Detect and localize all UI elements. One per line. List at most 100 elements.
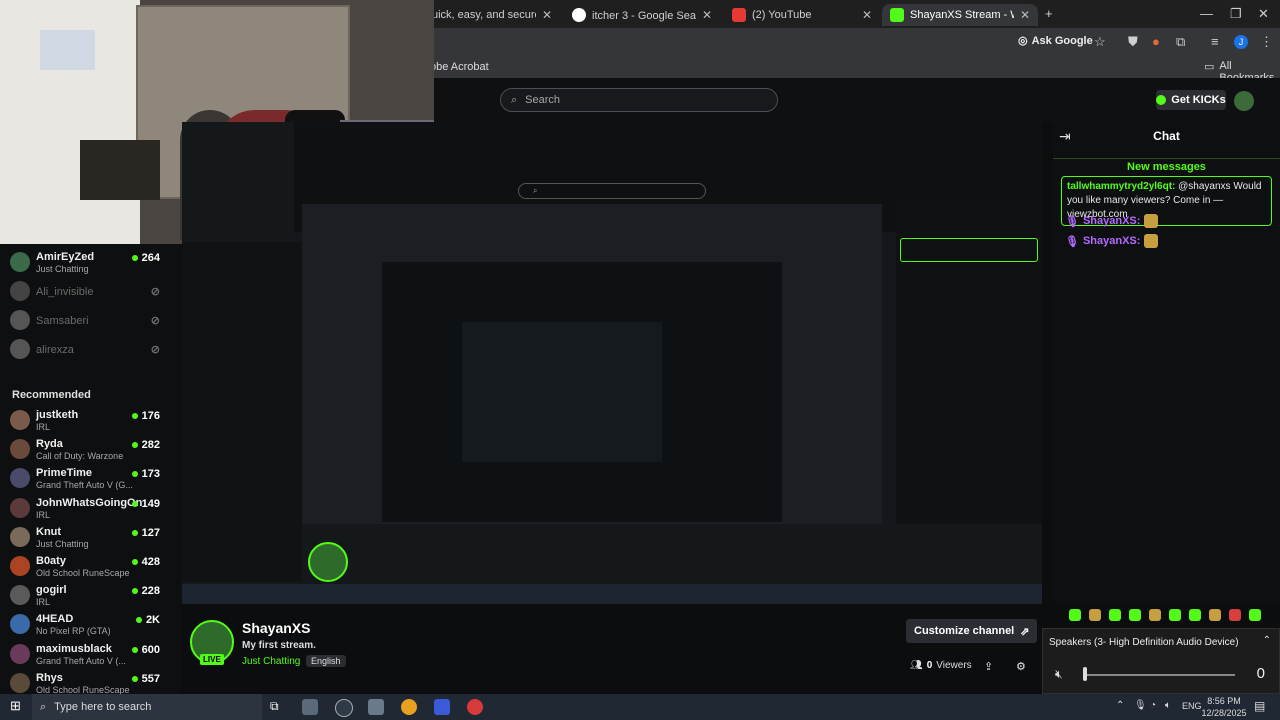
chrome-icon[interactable] (401, 699, 417, 715)
ask-google-button[interactable]: ◎ Ask Google (1018, 34, 1093, 48)
chat-username[interactable]: ShayanXS: (1083, 235, 1140, 247)
live-dot-icon (131, 500, 138, 507)
get-kicks-button[interactable]: Get KICKs (1156, 90, 1226, 110)
task-view-icon[interactable]: ⧉ (270, 699, 286, 715)
live-dot-icon (131, 442, 138, 449)
avatar (10, 468, 30, 489)
close-icon[interactable]: ✕ (542, 8, 552, 22)
language-tag[interactable]: English (306, 655, 346, 667)
recommended-channel[interactable]: B0aty Old School RuneScape 428 (10, 554, 160, 582)
search-placeholder: Search (525, 94, 561, 106)
volume-slider-thumb[interactable] (1083, 667, 1087, 681)
tab-search-icon[interactable]: ≡ (1211, 34, 1219, 49)
tab-google-search[interactable]: itcher 3 - Google Search دانلود ✕ (564, 4, 720, 26)
recommended-channel[interactable]: 4HEAD No Pixel RP (GTA) 2K (10, 612, 160, 640)
mute-icon[interactable]: 🔇︎ (1055, 667, 1063, 682)
search-input[interactable]: ⌕ Search (500, 88, 778, 112)
emote-icon[interactable] (1209, 609, 1221, 621)
profile-avatar[interactable]: J (1234, 35, 1248, 49)
chat-username[interactable]: ShayanXS: (1083, 215, 1140, 227)
recommended-channel[interactable]: JohnWhatsGoingOn IRL 149 (10, 496, 160, 524)
live-dot-icon (131, 471, 138, 478)
recommended-channel[interactable]: Ryda Call of Duty: Warzone 282 (10, 437, 160, 465)
new-messages-divider: New messages (1053, 158, 1280, 173)
volume-level: 0 (1256, 665, 1265, 682)
file-explorer-icon[interactable] (368, 699, 384, 715)
emote-icon[interactable] (1129, 609, 1141, 621)
taskbar-search[interactable]: ⌕ Type here to search (32, 694, 262, 720)
star-icon[interactable]: ☆ (1094, 34, 1106, 50)
search-icon: ⌕ (511, 93, 518, 106)
network-icon[interactable]: ◔ (1150, 700, 1156, 711)
close-icon[interactable]: ✕ (702, 8, 712, 22)
microphone-icon[interactable]: 🎙︎ (1134, 700, 1147, 711)
channel-category: Grand Theft Auto V (G... (36, 480, 133, 491)
offline-icon: ⊘ (150, 286, 160, 298)
emote-icon[interactable] (1109, 609, 1121, 621)
minimize-icon[interactable]: — (1200, 6, 1213, 21)
tab-youtube[interactable]: (2) YouTube ✕ (724, 4, 880, 26)
recommended-channel[interactable]: Knut Just Chatting 127 (10, 525, 160, 553)
audio-device-name[interactable]: Speakers (3- High Definition Audio Devic… (1049, 637, 1239, 648)
chat-username[interactable]: tallwhammytryd2yl6qt: (1067, 181, 1175, 192)
recommended-channel[interactable]: maximusblack Grand Theft Auto V (... 600 (10, 642, 160, 670)
clock[interactable]: 8:56 PM 12/28/2025 (1200, 695, 1248, 719)
channel-category: No Pixel RP (GTA) (36, 626, 111, 637)
user-avatar[interactable] (1234, 91, 1254, 111)
menu-icon[interactable]: ⋮ (1260, 34, 1273, 50)
emote-icon[interactable] (1149, 609, 1161, 621)
sidebar-channel[interactable]: Samsaberi ⊘ (10, 308, 160, 336)
bookmark-acrobat[interactable]: obe Acrobat (430, 61, 489, 73)
camera-app-icon[interactable] (302, 699, 318, 715)
volume-slider-track[interactable] (1085, 674, 1235, 676)
sidebar-channel[interactable]: Ali_invisible ⊘ (10, 279, 160, 307)
close-icon[interactable]: ✕ (862, 8, 872, 22)
obs-icon[interactable] (467, 699, 483, 715)
tab-login[interactable]: uick, easy, and secure login w ✕ (424, 4, 560, 26)
emote-icon[interactable] (1089, 609, 1101, 621)
nested-search: ⌕ (518, 183, 706, 199)
emote-icon[interactable] (1249, 609, 1261, 621)
viewer-number: 557 (141, 672, 160, 685)
channel-category: IRL (36, 509, 51, 520)
maximize-icon[interactable]: ❐ (1230, 6, 1242, 22)
close-icon[interactable]: ✕ (1020, 8, 1030, 22)
shield-icon[interactable]: ⛊ (1128, 34, 1138, 50)
tray-chevron-icon[interactable]: ⌃ (1116, 700, 1124, 711)
tab-kick-stream[interactable]: ShayanXS Stream - Watch L ✕ (882, 4, 1038, 26)
chat-panel: ⇥ Chat New messages tallwhammytryd2yl6qt… (1053, 122, 1280, 621)
emote-icon[interactable] (1069, 609, 1081, 621)
chevron-up-icon[interactable]: ⌃ (1263, 635, 1271, 646)
stream-category[interactable]: Just Chatting (242, 656, 300, 667)
sidebar-channel[interactable]: alirexza ⊘ (10, 337, 160, 365)
speaker-icon[interactable]: 🔈︎ (1165, 700, 1171, 711)
extension-icon[interactable]: ● (1152, 34, 1160, 49)
emote-icon[interactable] (1229, 609, 1241, 621)
user-settings-icon[interactable]: ⚙ (1016, 660, 1026, 673)
new-tab-icon[interactable]: + (1045, 6, 1053, 21)
customize-channel-button[interactable]: Customize channel ⇗ (906, 619, 1038, 643)
emote-icon[interactable] (1189, 609, 1201, 621)
puzzle-icon[interactable]: ⧉ (1176, 34, 1185, 50)
channel-name: Knut (36, 525, 62, 538)
notifications-icon[interactable]: ▤ (1254, 699, 1265, 713)
app-icon[interactable] (335, 699, 353, 717)
chat-message: 🎙︎ ShayanXS: (1065, 234, 1159, 248)
sidebar-channel[interactable]: AmirEyZed Just Chatting 264 (10, 250, 160, 278)
close-window-icon[interactable]: ✕ (1258, 6, 1269, 22)
language-indicator[interactable]: ENG (1182, 701, 1202, 711)
viewer-number: 2K (145, 614, 160, 627)
windows-start-icon[interactable]: ⊞ (10, 698, 21, 714)
stream-title: My first stream. (242, 640, 316, 651)
recommended-channel[interactable]: PrimeTime Grand Theft Auto V (G... 173 (10, 466, 160, 494)
share-icon[interactable]: ⇪ (984, 660, 993, 673)
channel-category: Just Chatting (36, 538, 89, 549)
recommended-channel[interactable]: gogirl IRL 228 (10, 583, 160, 611)
recommended-channel[interactable]: justketh IRL 176 (10, 408, 160, 436)
emote-icon[interactable] (1169, 609, 1181, 621)
app-icon[interactable] (434, 699, 450, 715)
stream-player[interactable]: ⌕ (182, 122, 1042, 604)
viewer-count: ⊘ (151, 343, 160, 356)
channel-name: maximusblack (36, 642, 112, 655)
channel-name[interactable]: ShayanXS (242, 620, 310, 636)
